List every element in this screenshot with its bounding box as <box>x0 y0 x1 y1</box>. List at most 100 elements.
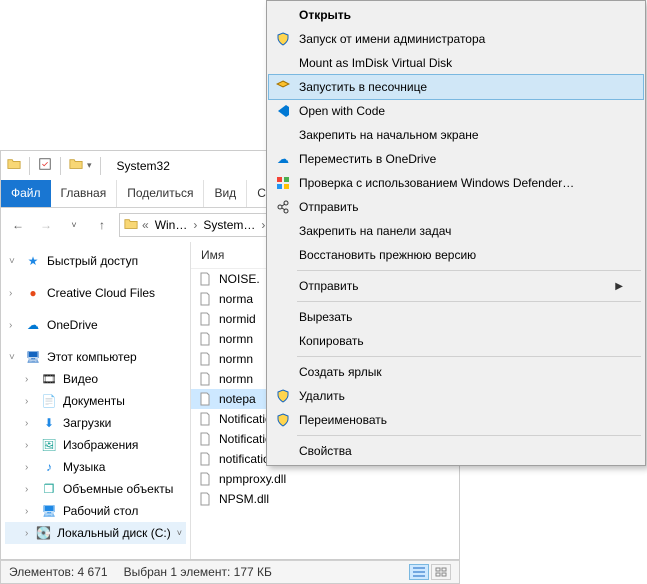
ctx-sandbox[interactable]: Запустить в песочнице <box>269 75 643 99</box>
up-button[interactable]: ↑ <box>91 214 113 236</box>
file-name: normn <box>219 372 253 386</box>
tree-label: Документы <box>63 394 125 408</box>
file-name: normid <box>219 312 256 326</box>
tree-onedrive[interactable]: ›☁OneDrive <box>5 314 186 336</box>
breadcrumb[interactable]: System… <box>201 218 257 232</box>
file-name: npmproxy.dll <box>219 472 286 486</box>
tree-label: Локальный диск (C:) <box>57 526 171 540</box>
file-row[interactable]: NPSM.dll <box>191 489 459 509</box>
documents-icon: 📄 <box>41 393 57 409</box>
forward-button[interactable]: → <box>35 214 57 236</box>
ctx-label: Запуск от имени администратора <box>299 32 485 46</box>
file-icon <box>197 431 213 447</box>
breadcrumb[interactable]: Win… <box>153 218 190 232</box>
ctx-rename[interactable]: Переименовать <box>269 408 643 432</box>
ctx-label: Запустить в песочнице <box>299 80 427 94</box>
file-icon <box>197 491 213 507</box>
properties-icon[interactable] <box>38 157 52 174</box>
ctx-pin-taskbar[interactable]: Закрепить на панели задач <box>269 219 643 243</box>
ctx-label: Вырезать <box>299 310 352 324</box>
ctx-onedrive-move[interactable]: ☁ Переместить в OneDrive <box>269 147 643 171</box>
ctx-pin-start[interactable]: Закрепить на начальном экране <box>269 123 643 147</box>
tree-label: OneDrive <box>47 318 98 332</box>
icons-view-button[interactable] <box>431 564 451 580</box>
tree-3d-objects[interactable]: ›❒Объемные объекты <box>5 478 186 500</box>
star-icon: ★ <box>25 253 41 269</box>
ctx-label: Переместить в OneDrive <box>299 152 436 166</box>
ctx-imdisk[interactable]: Mount as ImDisk Virtual Disk <box>269 51 643 75</box>
separator <box>297 301 641 302</box>
shield-icon <box>275 412 291 428</box>
tree-label: Видео <box>63 372 98 386</box>
tab-share[interactable]: Поделиться <box>117 180 203 207</box>
file-name: norma <box>219 292 253 306</box>
dropdown-icon[interactable]: ▾ <box>87 160 92 171</box>
tree-music[interactable]: ›♪Музыка <box>5 456 186 478</box>
ctx-cut[interactable]: Вырезать <box>269 305 643 329</box>
tree-pictures[interactable]: ›🖼Изображения <box>5 434 186 456</box>
folder-icon <box>124 217 138 234</box>
ctx-label: Создать ярлык <box>299 365 382 379</box>
recent-dropdown[interactable]: ˅ <box>63 214 85 236</box>
file-icon <box>197 331 213 347</box>
file-icon <box>197 291 213 307</box>
ctx-label: Удалить <box>299 389 345 403</box>
ctx-properties[interactable]: Свойства <box>269 439 643 463</box>
tree-desktop[interactable]: ›🖥Рабочий стол <box>5 500 186 522</box>
chevron-right-icon[interactable]: › <box>191 218 199 232</box>
ctx-label: Open with Code <box>299 104 385 118</box>
ctx-vscode[interactable]: Open with Code <box>269 99 643 123</box>
ctx-copy[interactable]: Копировать <box>269 329 643 353</box>
file-row[interactable]: npmproxy.dll <box>191 469 459 489</box>
shield-icon <box>275 388 291 404</box>
ctx-restore-version[interactable]: Восстановить прежнюю версию <box>269 243 643 267</box>
video-icon: 🎞 <box>41 371 57 387</box>
desktop-icon: 🖥 <box>41 503 57 519</box>
tab-view[interactable]: Вид <box>204 180 246 207</box>
file-icon <box>197 371 213 387</box>
view-switcher <box>409 564 451 580</box>
tree-videos[interactable]: ›🎞Видео <box>5 368 186 390</box>
onedrive-icon: ☁ <box>275 151 291 167</box>
details-view-button[interactable] <box>409 564 429 580</box>
ctx-share[interactable]: Отправить <box>269 195 643 219</box>
tree-this-pc[interactable]: ˅🖥Этот компьютер <box>5 346 186 368</box>
tree-downloads[interactable]: ›⬇Загрузки <box>5 412 186 434</box>
tree-label: Загрузки <box>63 416 111 430</box>
back-button[interactable]: ← <box>7 214 29 236</box>
separator <box>297 435 641 436</box>
status-count: Элементов: 4 671 <box>9 565 108 579</box>
file-icon <box>197 271 213 287</box>
ctx-label: Восстановить прежнюю версию <box>299 248 476 262</box>
file-icon <box>197 471 213 487</box>
folder-icon <box>69 157 83 174</box>
chevron-right-icon[interactable]: « <box>140 218 151 232</box>
file-icon <box>197 311 213 327</box>
ctx-label: Проверка с использованием Windows Defend… <box>299 176 574 190</box>
separator <box>100 157 101 175</box>
chevron-down-icon[interactable]: ˅ <box>177 528 182 538</box>
tree-documents[interactable]: ›📄Документы <box>5 390 186 412</box>
ctx-defender[interactable]: Проверка с использованием Windows Defend… <box>269 171 643 195</box>
tab-home[interactable]: Главная <box>51 180 117 207</box>
tree-label: Быстрый доступ <box>47 254 138 268</box>
ctx-delete[interactable]: Удалить <box>269 384 643 408</box>
shield-icon <box>275 31 291 47</box>
window-title: System32 <box>111 159 170 173</box>
pictures-icon: 🖼 <box>41 437 57 453</box>
nav-tree[interactable]: ˅★Быстрый доступ ›●Creative Cloud Files … <box>1 242 191 559</box>
ctx-run-as-admin[interactable]: Запуск от имени администратора <box>269 27 643 51</box>
tree-quick-access[interactable]: ˅★Быстрый доступ <box>5 250 186 272</box>
tree-label: Этот компьютер <box>47 350 137 364</box>
file-name: normn <box>219 352 253 366</box>
ctx-label: Закрепить на панели задач <box>299 224 451 238</box>
ctx-create-shortcut[interactable]: Создать ярлык <box>269 360 643 384</box>
tree-local-disk-c[interactable]: ›💽Локальный диск (C:)˅ <box>5 522 186 544</box>
defender-icon <box>275 175 291 191</box>
tree-creative-cloud[interactable]: ›●Creative Cloud Files <box>5 282 186 304</box>
folder-icon <box>7 157 21 174</box>
ctx-open[interactable]: Открыть <box>269 3 643 27</box>
separator <box>297 270 641 271</box>
ctx-send-to[interactable]: Отправить▶ <box>269 274 643 298</box>
tab-file[interactable]: Файл <box>1 180 51 207</box>
